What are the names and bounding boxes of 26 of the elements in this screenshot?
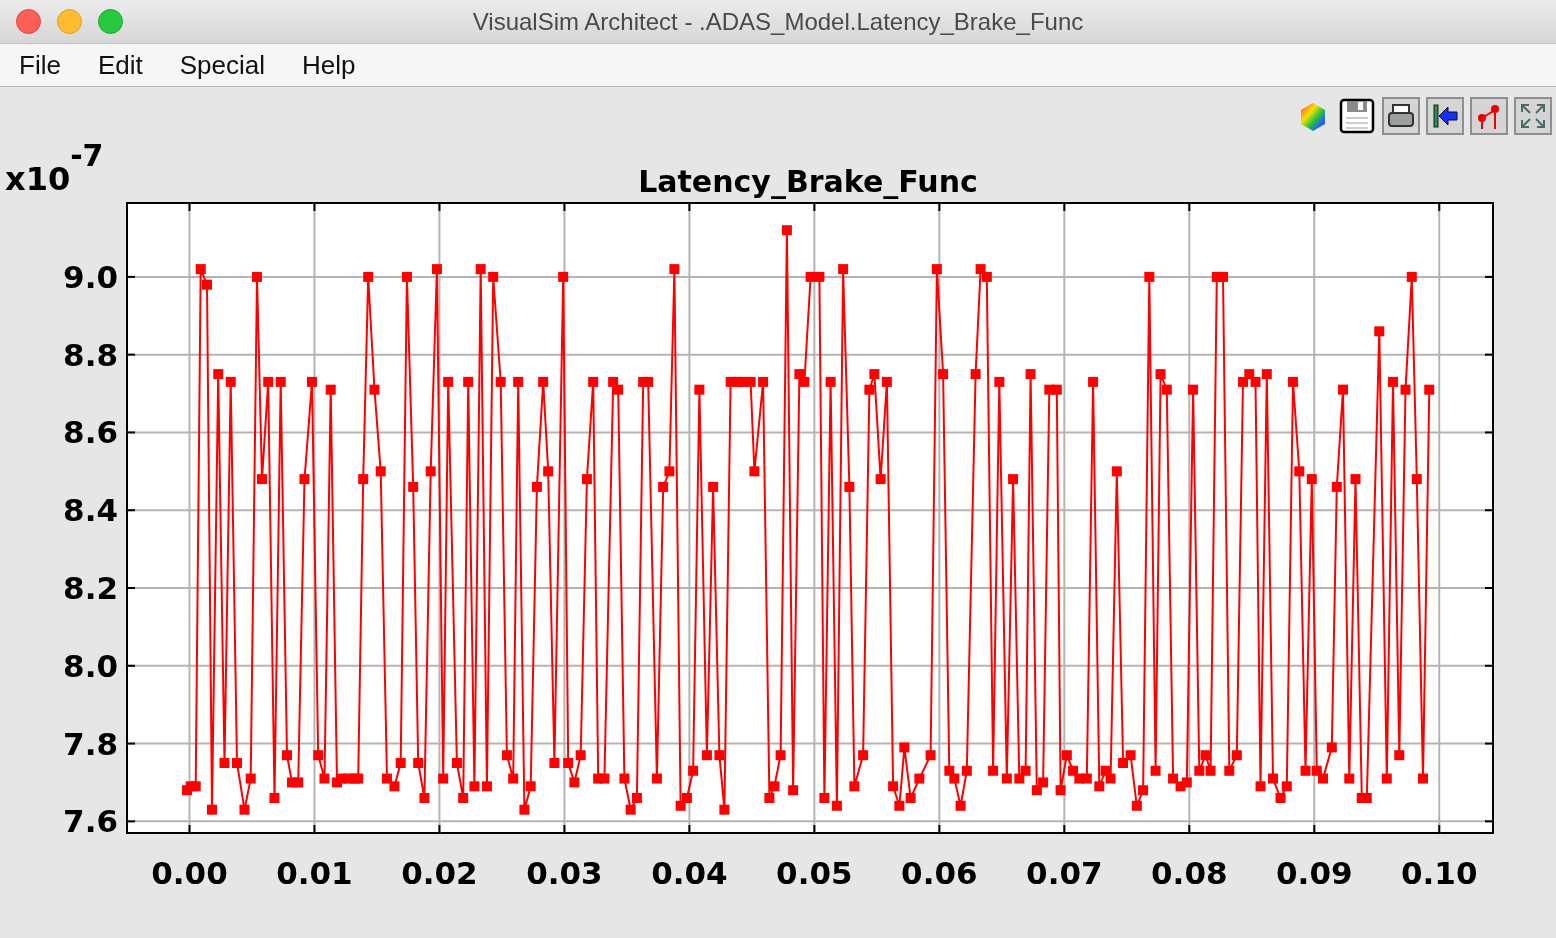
y-tick-label: 8.2 <box>63 570 118 606</box>
x-tick-label: 0.00 <box>151 855 228 891</box>
y-tick-label: 8.0 <box>63 647 118 684</box>
x-tick-label: 0.02 <box>401 855 478 891</box>
menu-item[interactable]: Help <box>302 49 356 81</box>
x-tick-label: 0.05 <box>776 855 853 891</box>
y-tick-label: 8.6 <box>63 414 118 451</box>
y-tick-label: 8.4 <box>63 492 118 529</box>
y-tick-label: 8.8 <box>63 336 118 373</box>
y-tick-label: 7.6 <box>63 803 118 840</box>
x-tick-label: 0.07 <box>1026 855 1103 891</box>
x-tick-label: 0.06 <box>901 855 978 891</box>
menu-item[interactable]: Edit <box>97 49 143 81</box>
chart-title: Latency_Brake_Func <box>638 164 978 199</box>
scale-label: x10 -7 <box>5 138 104 198</box>
menu-item[interactable]: Special <box>179 49 265 81</box>
x-tick-label: 0.04 <box>651 855 728 891</box>
x-tick-label: 0.10 <box>1401 855 1478 891</box>
x-tick-label: 0.09 <box>1276 855 1353 891</box>
y-tick-label: 9.0 <box>63 258 118 295</box>
x-tick-label: 0.03 <box>526 855 603 891</box>
window-title: VisualSim Architect - .ADAS_Model.Latency_Brake_Func <box>472 7 1084 36</box>
menu-item[interactable]: File <box>19 49 61 81</box>
x-tick-label: 0.01 <box>276 855 353 891</box>
x-tick-label: 0.08 <box>1151 855 1228 891</box>
y-tick-label: 7.8 <box>63 725 118 762</box>
